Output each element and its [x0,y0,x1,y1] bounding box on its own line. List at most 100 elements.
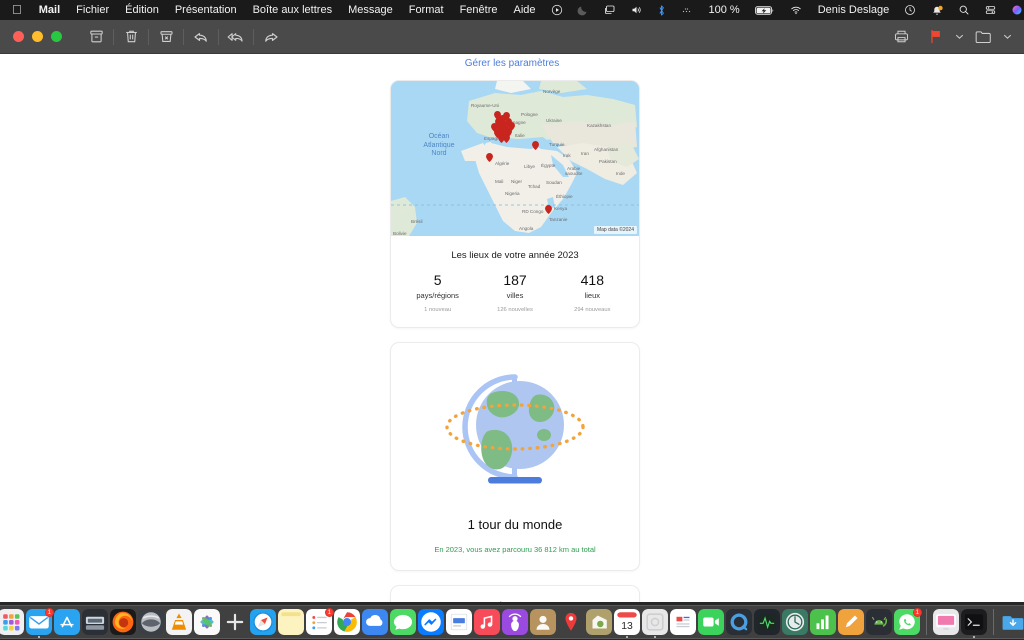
notification-bell-icon[interactable] [923,0,951,20]
dock-item-notes-pencil[interactable] [838,609,864,635]
dock-separator [993,608,994,635]
map-label: Kazakhstan [587,123,612,128]
flag-icon[interactable] [918,20,952,54]
dock-item-contacts[interactable] [530,609,556,635]
dots-status-icon[interactable] [673,0,701,20]
dock-item-system-settings[interactable] [82,609,108,635]
reply-all-icon[interactable] [219,20,253,54]
apple-logo-icon[interactable]:  [6,0,31,20]
dock-item-activity-monitor[interactable] [754,609,780,635]
control-center-icon[interactable] [977,0,1004,20]
map-label: Soudan [546,180,562,185]
map-label: Irak [563,153,571,158]
play-circle-icon[interactable] [544,0,570,20]
map-label: Turquie [549,142,565,147]
menu-item-boite-aux-lettres[interactable]: Boîte aux lettres [245,0,341,20]
menu-bar-status: 100 % Denis Deslage [544,0,1024,20]
minimize-button[interactable] [32,31,43,42]
volume-icon[interactable] [623,0,650,20]
menu-item-mail[interactable]: Mail [31,0,68,20]
dock-item-photo-editor[interactable] [586,609,612,635]
dock-item-notes[interactable] [278,609,304,635]
dock-item-time-machine[interactable] [782,609,808,635]
menu-item-fichier[interactable]: Fichier [68,0,117,20]
dock-item-display[interactable] [933,609,959,635]
dock-item-launchpad[interactable] [0,609,24,635]
dock-item-zoom[interactable] [138,609,164,635]
print-icon[interactable] [884,20,918,54]
dock-item-downloads-folder[interactable] [1000,609,1024,635]
map-pin[interactable] [503,134,510,143]
battery-charging-icon[interactable] [748,0,782,20]
chevron-down-icon[interactable] [952,32,966,41]
reply-icon[interactable] [184,20,218,54]
clock-history-icon[interactable] [897,0,923,20]
map-label: Mali [495,179,504,184]
dock-item-maps-pin[interactable] [558,609,584,635]
user-name-label[interactable]: Denis Deslage [810,0,898,20]
dock-item-news[interactable] [670,609,696,635]
dock-item-messenger[interactable] [418,609,444,635]
siri-icon[interactable] [1004,0,1024,20]
map-label: RD Congo [522,209,544,214]
map-pin[interactable] [486,153,493,162]
chevron-down-icon[interactable] [1000,32,1014,41]
map-label: Bolivie [393,231,407,236]
screen-mirroring-icon[interactable] [596,0,623,20]
dock-item-terminal[interactable] [961,609,987,638]
dock-item-firefox[interactable] [110,609,136,635]
trash-icon[interactable] [114,20,148,54]
dock-item-keynote-doc[interactable] [446,609,472,635]
menu-item-format[interactable]: Format [401,0,452,20]
forward-icon[interactable] [254,20,288,54]
archive-icon[interactable] [79,20,113,54]
dock-item-add-app[interactable] [222,609,248,635]
dock-item-android-studio[interactable] [866,609,892,635]
maximize-button[interactable] [51,31,62,42]
stat-places: 418 lieux 294 nouveaux [554,272,631,313]
dock-item-screenshot[interactable] [642,609,668,638]
map-label: Brésil [411,219,423,224]
map-label: Libye [524,164,535,169]
dock-running-indicator [973,636,975,638]
dock-item-mail[interactable]: 1 [26,608,54,638]
dock-item-podcasts[interactable] [502,609,528,635]
stat-sublabel: 126 nouvelles [497,307,533,313]
menu-item-edition[interactable]: Édition [117,0,167,20]
dock-item-vlc[interactable] [166,609,192,635]
menu-item-message[interactable]: Message [340,0,401,20]
moon-icon[interactable] [570,0,596,20]
menu-item-presentation[interactable]: Présentation [167,0,245,20]
menu-item-aide[interactable]: Aide [505,0,543,20]
dock-item-photos[interactable] [194,609,220,635]
map-pin[interactable] [532,141,539,150]
map-pin[interactable] [545,205,552,214]
dock-item-app-store[interactable] [54,609,80,635]
wifi-icon[interactable] [782,0,810,20]
dock-item-drive[interactable] [362,609,388,635]
stat-sublabel: 294 nouveaux [574,307,611,313]
dock-badge: 1 [912,608,922,617]
close-button[interactable] [13,31,24,42]
stat-value: 418 [580,272,604,288]
bluetooth-icon[interactable] [650,0,673,20]
dock-item-quicktime[interactable] [726,609,752,635]
dock-item-chrome[interactable] [334,609,360,635]
email-body-column: Océan Atlantique Nord Norvège Royaume-Uni … [390,80,640,602]
folder-icon[interactable] [966,20,1000,54]
menu-item-fenetre[interactable]: Fenêtre [452,0,506,20]
search-icon[interactable] [951,0,977,20]
dock-item-music[interactable] [474,609,500,635]
map-label: Ukraine [546,118,562,123]
dock-item-safari[interactable] [250,609,276,635]
dock-item-facetime[interactable] [698,609,724,635]
junk-icon[interactable] [149,20,183,54]
dock-item-reminders[interactable]: 1 [306,608,334,635]
dock-item-whatsapp[interactable]: 1 [894,608,922,635]
dock-item-messages[interactable] [390,609,416,635]
manage-settings-link[interactable]: Gérer les paramètres [0,54,1024,69]
map-attribution: Map data ©2024 [593,226,637,234]
world-map[interactable]: Océan Atlantique Nord Norvège Royaume-Uni … [391,81,639,236]
dock-item-calendar[interactable]: 13 [614,609,640,638]
dock-item-numbers[interactable] [810,609,836,635]
